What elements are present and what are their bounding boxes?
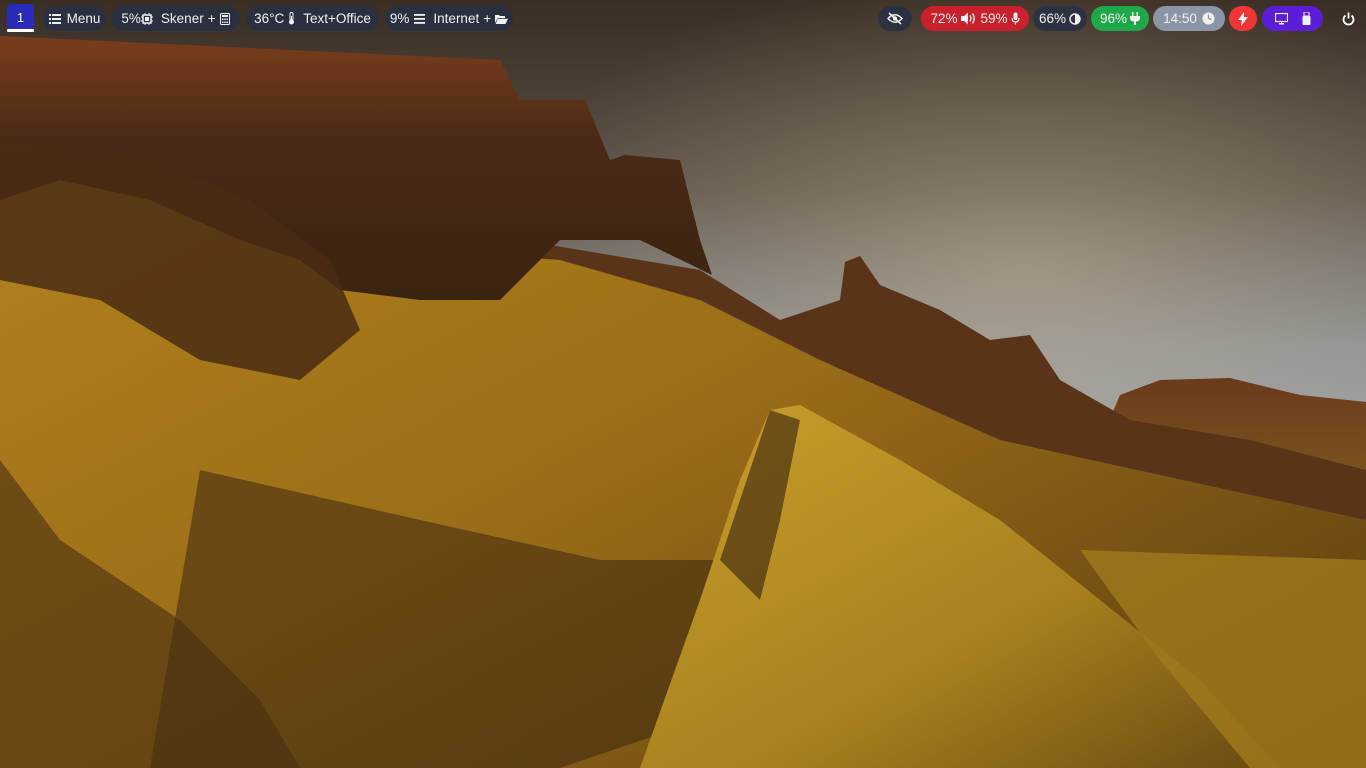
power-button[interactable] xyxy=(1334,6,1362,31)
battery-indicator[interactable]: 96% xyxy=(1091,6,1149,31)
task-name: Internet xyxy=(433,11,480,26)
task-skener[interactable]: 5% Skener + xyxy=(111,6,240,31)
task-plus: + xyxy=(483,11,492,26)
volume-value: 72% xyxy=(930,11,958,26)
power-icon xyxy=(1342,12,1355,26)
devices-control[interactable] xyxy=(1262,6,1323,31)
plug-icon xyxy=(1130,12,1141,25)
privacy-toggle[interactable] xyxy=(878,6,912,31)
top-panel: 1 Menu 5% Skener + 36°C Text+Office 9% I… xyxy=(0,0,1366,36)
clock-time: 14:50 xyxy=(1163,11,1197,26)
microphone-icon xyxy=(1010,12,1020,25)
brightness-value: 66% xyxy=(1038,11,1067,26)
task-name: Skener xyxy=(160,11,204,26)
menu-list-icon xyxy=(48,13,61,25)
menu-button[interactable]: Menu xyxy=(43,6,106,31)
task-name: Text+Office xyxy=(303,11,371,26)
usb-drive-icon[interactable] xyxy=(1302,12,1311,25)
lightning-icon xyxy=(1238,11,1248,26)
power-profile-button[interactable] xyxy=(1229,6,1257,31)
brightness-control[interactable]: 66% xyxy=(1033,6,1087,31)
folder-open-icon xyxy=(495,14,509,24)
desktop-wallpaper xyxy=(0,0,1366,768)
menu-label: Menu xyxy=(66,11,101,26)
speaker-icon xyxy=(960,12,978,25)
thermometer-icon xyxy=(288,12,295,25)
cpu-chip-icon xyxy=(140,12,153,25)
monitor-icon[interactable] xyxy=(1274,12,1288,25)
task-plus: + xyxy=(207,11,216,26)
clock[interactable]: 14:50 xyxy=(1153,6,1225,31)
task-cpu-value: 9% xyxy=(389,11,410,26)
workspace-active-indicator xyxy=(7,29,34,32)
task-temp-value: 36°C xyxy=(254,11,285,26)
task-cpu-value: 5% xyxy=(121,11,141,26)
workspace-number: 1 xyxy=(16,10,25,25)
half-circle-icon xyxy=(1069,12,1081,25)
battery-value: 96% xyxy=(1099,11,1128,26)
task-text-office[interactable]: 36°C Text+Office xyxy=(246,6,379,31)
hamburger-icon xyxy=(414,13,426,24)
calculator-icon xyxy=(219,12,230,25)
clock-icon xyxy=(1202,12,1215,25)
mic-value: 59% xyxy=(980,11,1008,26)
workspace-button[interactable]: 1 xyxy=(7,4,34,31)
eye-slash-icon xyxy=(887,12,903,25)
audio-control[interactable]: 72% 59% xyxy=(921,6,1029,31)
task-internet[interactable]: 9% Internet + xyxy=(385,6,513,31)
